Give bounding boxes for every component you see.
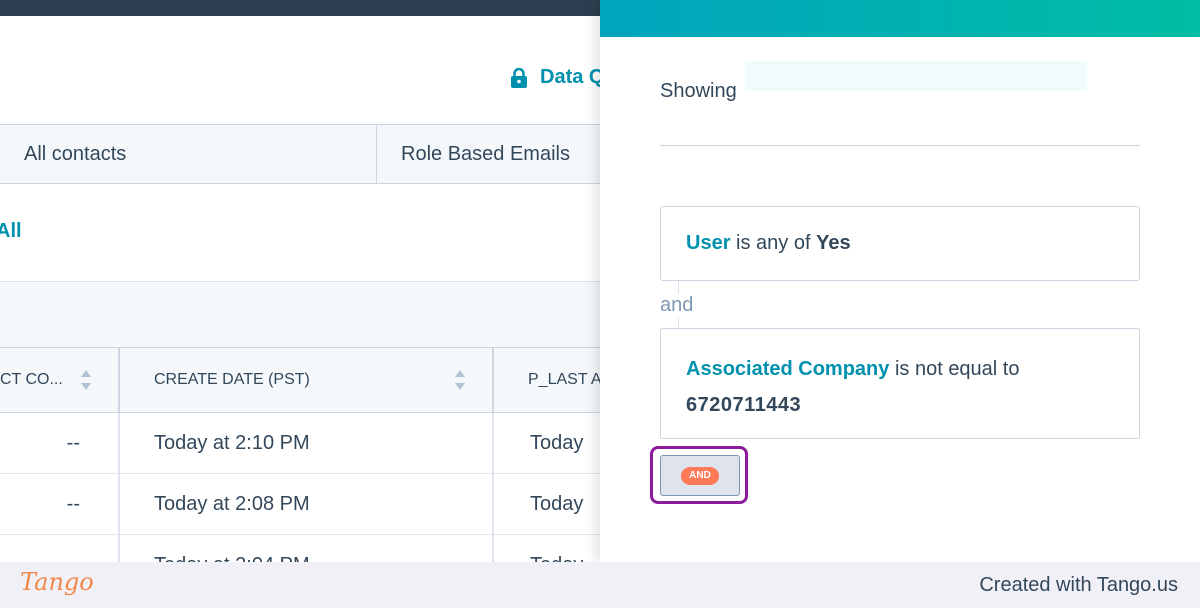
table-row[interactable]: -- Today at 2:08 PM Today xyxy=(0,474,600,535)
filter-property: Associated Company xyxy=(686,358,890,380)
panel-header xyxy=(600,0,1200,37)
table-cell-last: Today xyxy=(492,535,600,562)
add-button-label: AND xyxy=(681,466,719,485)
filter-property: User xyxy=(686,232,731,254)
filter-value: Yes xyxy=(816,232,851,254)
table-cell-create-date: Today at 2:10 PM xyxy=(118,413,492,473)
table-action-bar xyxy=(0,281,600,347)
showing-value-highlight xyxy=(745,61,1087,91)
tango-footer: Tango Created with Tango.us xyxy=(0,562,1200,608)
filter-text: User is any of Yes xyxy=(686,232,851,255)
table-cell: -- xyxy=(66,492,80,515)
showing-label: Showing xyxy=(660,80,737,102)
select-all-link[interactable]: All xyxy=(0,220,22,243)
lock-icon xyxy=(511,67,527,88)
table-cell-last: Today xyxy=(492,474,600,534)
sort-icon[interactable] xyxy=(80,368,92,392)
column-header-label: CT CO... xyxy=(0,371,63,388)
column-header-label: CREATE DATE (PST) xyxy=(154,371,310,388)
app-top-bar xyxy=(0,0,600,16)
filter-card-associated-company[interactable]: Associated Company is not equal to 67207… xyxy=(660,328,1140,439)
column-header-ct-co[interactable]: CT CO... xyxy=(0,348,118,412)
table-cell-create-date: Today at 2:08 PM xyxy=(118,474,492,534)
view-tabs: All contacts Role Based Emails xyxy=(0,124,600,184)
tango-logo: Tango xyxy=(20,568,94,596)
created-with-text: Created with Tango.us xyxy=(979,574,1178,596)
table-row[interactable]: -- Today at 2:10 PM Today xyxy=(0,413,600,474)
table-header: CT CO... CREATE DATE (PST) P_LAST A xyxy=(0,347,600,413)
column-header-create-date[interactable]: CREATE DATE (PST) xyxy=(118,348,492,412)
filter-value: 6720711443 xyxy=(686,394,802,416)
table-cell-create-date: Today at 2:04 PM xyxy=(118,535,492,562)
tab-role-based-emails[interactable]: Role Based Emails xyxy=(376,125,600,183)
column-header-label: P_LAST A xyxy=(528,371,600,388)
panel-divider xyxy=(660,145,1140,146)
filter-operator: is any of xyxy=(736,232,811,254)
data-quality-label: Data Q xyxy=(540,66,600,88)
table-cell xyxy=(0,535,118,562)
column-header-p-last[interactable]: P_LAST A xyxy=(492,348,600,412)
table-cell: -- xyxy=(66,431,80,454)
sort-icon[interactable] xyxy=(454,368,466,392)
filter-operator: is not equal to xyxy=(894,358,1020,380)
filter-card-user[interactable]: User is any of Yes xyxy=(660,206,1140,281)
data-quality-link[interactable]: Data Q xyxy=(510,66,600,89)
table-row[interactable]: Today at 2:04 PM Today xyxy=(0,535,600,562)
tab-all-contacts[interactable]: All contacts xyxy=(24,125,126,183)
and-label: and xyxy=(660,294,698,317)
add-and-filter-button[interactable]: AND xyxy=(660,455,740,496)
table-cell-last: Today xyxy=(492,413,600,473)
contacts-background: Data Q All contacts Role Based Emails Al… xyxy=(0,16,600,562)
